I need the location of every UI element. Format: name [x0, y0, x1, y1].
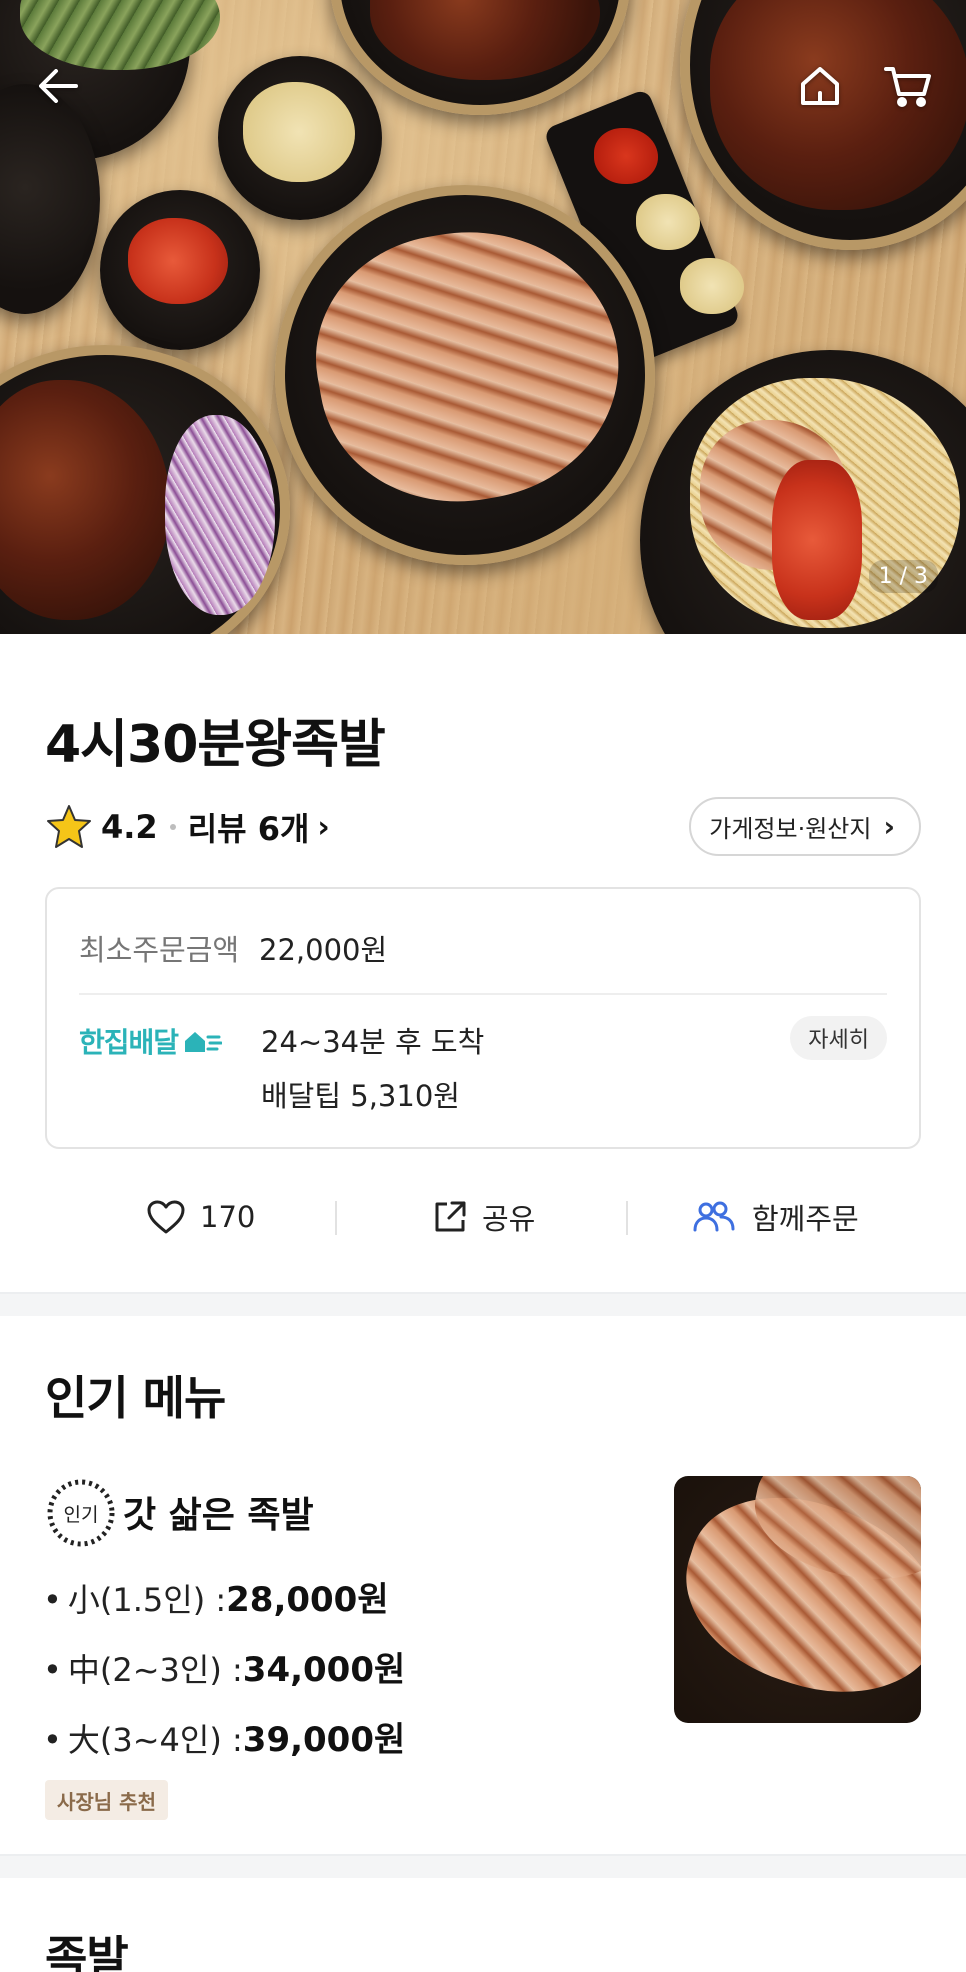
- min-order-label: 최소주문금액: [79, 933, 240, 967]
- home-icon: [801, 67, 839, 105]
- divider: [79, 993, 887, 995]
- delivery-info-card: 최소주문금액 22,000원 한집배달 24~34분 후 도착 배달팁 5,31…: [45, 887, 921, 1149]
- delivery-house-icon: [185, 1032, 223, 1052]
- share-button[interactable]: 공유: [432, 1187, 535, 1247]
- cart-icon: [884, 67, 931, 107]
- menu-item-name[interactable]: 갓 삶은 족발: [123, 1486, 314, 1538]
- popular-badge-text: 인기: [64, 1504, 99, 1526]
- section-divider: [0, 1854, 966, 1878]
- chevron-right-icon: ›: [317, 809, 330, 845]
- menu-item-photo[interactable]: [674, 1476, 921, 1723]
- divider: [335, 1201, 337, 1235]
- sauce: [636, 194, 700, 250]
- group-order-button[interactable]: 함께주문: [692, 1187, 859, 1247]
- divider: [626, 1201, 628, 1235]
- size-label: 中(2~3인) :: [67, 1651, 243, 1689]
- back-arrow-icon: [39, 69, 78, 103]
- section-title-jokbal: 족발: [45, 1931, 129, 1972]
- hanjip-delivery-logo: 한집배달: [79, 1021, 223, 1061]
- group-people-icon: [693, 1201, 735, 1232]
- rating-value: 4.2: [101, 808, 158, 846]
- price-amount: 39,000원: [242, 1720, 406, 1760]
- store-info-label: 가게정보·원산지: [709, 815, 872, 843]
- section-title-popular: 인기 메뉴: [45, 1371, 226, 1425]
- group-order-label: 함께주문: [752, 1202, 859, 1236]
- delivery-eta: 24~34분 후 도착: [261, 1025, 485, 1059]
- popular-badge-icon: 인기: [45, 1477, 117, 1549]
- store-info-button[interactable]: 가게정보·원산지 ›: [689, 797, 921, 856]
- sauce: [594, 128, 658, 184]
- back-button[interactable]: [28, 56, 88, 116]
- star-icon: [45, 804, 93, 850]
- size-label: 大(3~4인) :: [67, 1721, 243, 1759]
- share-icon: [435, 1201, 466, 1232]
- bullet: •: [43, 1721, 62, 1759]
- price-amount: 34,000원: [242, 1650, 406, 1690]
- min-order-value: 22,000원: [259, 933, 388, 967]
- size-label: 小(1.5인) :: [67, 1581, 227, 1619]
- hero-photo-carousel[interactable]: 1 / 3: [0, 0, 966, 634]
- garlic: [680, 258, 744, 314]
- share-label: 공유: [482, 1202, 536, 1236]
- action-row: 170 공유 함께주문: [0, 1187, 966, 1247]
- section-divider: [0, 1292, 966, 1316]
- chevron-right-icon: ›: [883, 810, 895, 843]
- separator-dot: [169, 824, 176, 830]
- cart-button[interactable]: [878, 56, 938, 116]
- price-amount: 28,000원: [226, 1580, 389, 1620]
- delivery-detail-button[interactable]: 자세히: [790, 1016, 887, 1060]
- like-button[interactable]: 170: [146, 1187, 255, 1247]
- home-button[interactable]: [790, 56, 850, 116]
- bullet: •: [43, 1581, 62, 1619]
- reviews-link[interactable]: 리뷰 6개: [188, 804, 310, 850]
- heart-icon: [147, 1200, 185, 1234]
- hanjip-label: 한집배달: [79, 1026, 179, 1059]
- delivery-tip: 배달팁 5,310원: [261, 1079, 460, 1113]
- rating-row[interactable]: 4.2 리뷰 6개 ›: [45, 800, 330, 854]
- kimchi: [128, 218, 228, 304]
- min-order-row: 최소주문금액 22,000원: [79, 927, 387, 969]
- store-name: 4시30분왕족발: [45, 715, 386, 775]
- photo-counter: 1 / 3: [868, 560, 938, 593]
- price-option-medium: • 中(2~3인) : 34,000원: [43, 1642, 405, 1691]
- chili: [772, 460, 862, 620]
- cabbage: [165, 415, 275, 615]
- like-count: 170: [200, 1200, 256, 1234]
- bullet: •: [43, 1651, 62, 1689]
- price-option-small: • 小(1.5인) : 28,000원: [43, 1572, 389, 1621]
- radish: [243, 82, 355, 182]
- price-option-large: • 大(3~4인) : 39,000원: [43, 1712, 405, 1761]
- owner-recommend-tag: 사장님 추천: [45, 1780, 168, 1820]
